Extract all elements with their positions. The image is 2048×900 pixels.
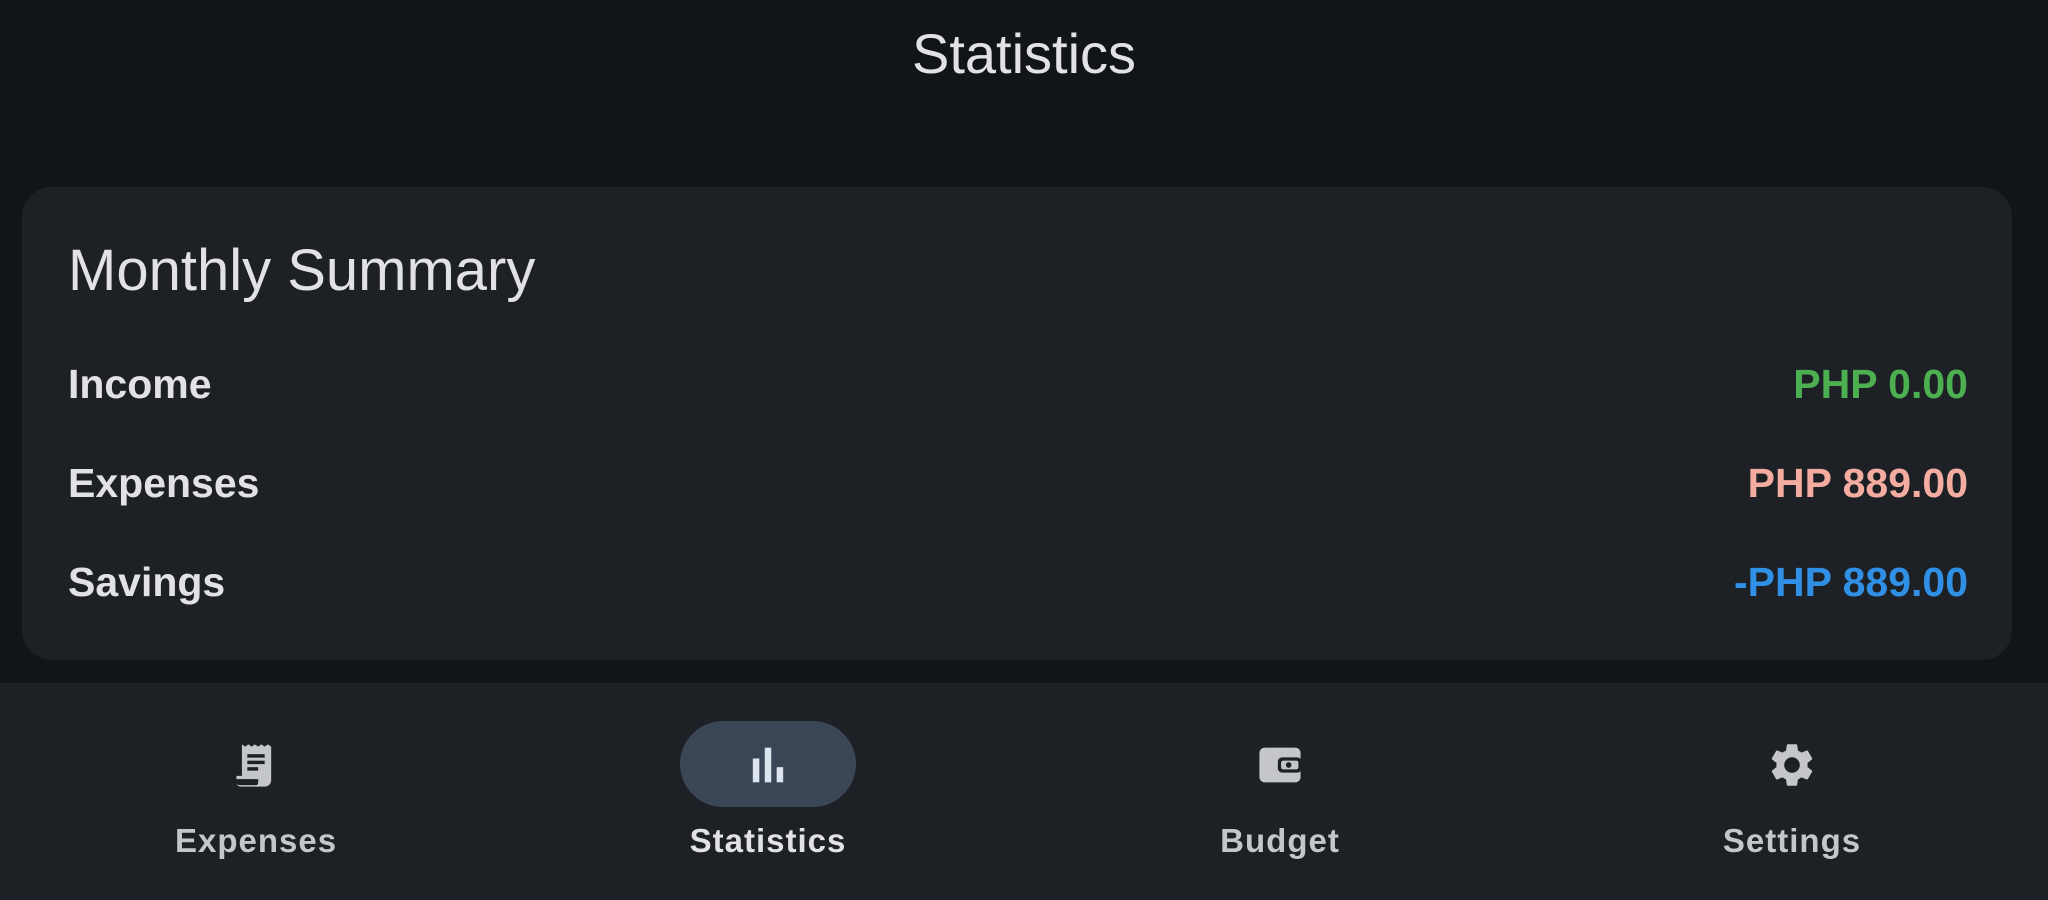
savings-value: -PHP 889.00 [1733, 559, 1968, 605]
income-value: PHP 0.00 [1793, 361, 1968, 407]
nav-label-budget: Budget [1220, 822, 1340, 859]
card-title: Monthly Summary [68, 238, 536, 303]
summary-row-savings: Savings -PHP 889.00 [68, 554, 1968, 610]
nav-label-statistics: Statistics [689, 822, 847, 859]
page-title: Statistics [911, 22, 1137, 85]
savings-label: Savings [68, 559, 226, 605]
monthly-summary-card: Monthly Summary Income PHP 0.00 Expenses… [22, 187, 2012, 660]
summary-row-income: Income PHP 0.00 [68, 356, 1968, 412]
expenses-label: Expenses [68, 460, 260, 506]
nav-label-expenses: Expenses [174, 822, 338, 859]
receipt-icon [236, 744, 272, 787]
statistics-screen: Statistics Monthly Summary Income PHP 0.… [0, 0, 2048, 900]
nav-item-statistics[interactable]: Statistics [512, 683, 1024, 900]
nav-label-settings: Settings [1722, 822, 1862, 859]
summary-row-expenses: Expenses PHP 889.00 [68, 455, 1968, 511]
nav-item-expenses[interactable]: Expenses [0, 683, 512, 900]
income-label: Income [68, 361, 212, 407]
nav-item-budget[interactable]: Budget [1024, 683, 1536, 900]
bottom-navigation-bar: Expenses Statistics Budget Settings [0, 683, 2048, 900]
app-bar: Statistics [0, 0, 2048, 112]
bar-chart-icon [752, 747, 784, 783]
nav-item-settings[interactable]: Settings [1536, 683, 2048, 900]
gear-icon [1771, 744, 1813, 786]
wallet-icon [1259, 747, 1302, 783]
expenses-value: PHP 889.00 [1747, 460, 1968, 506]
